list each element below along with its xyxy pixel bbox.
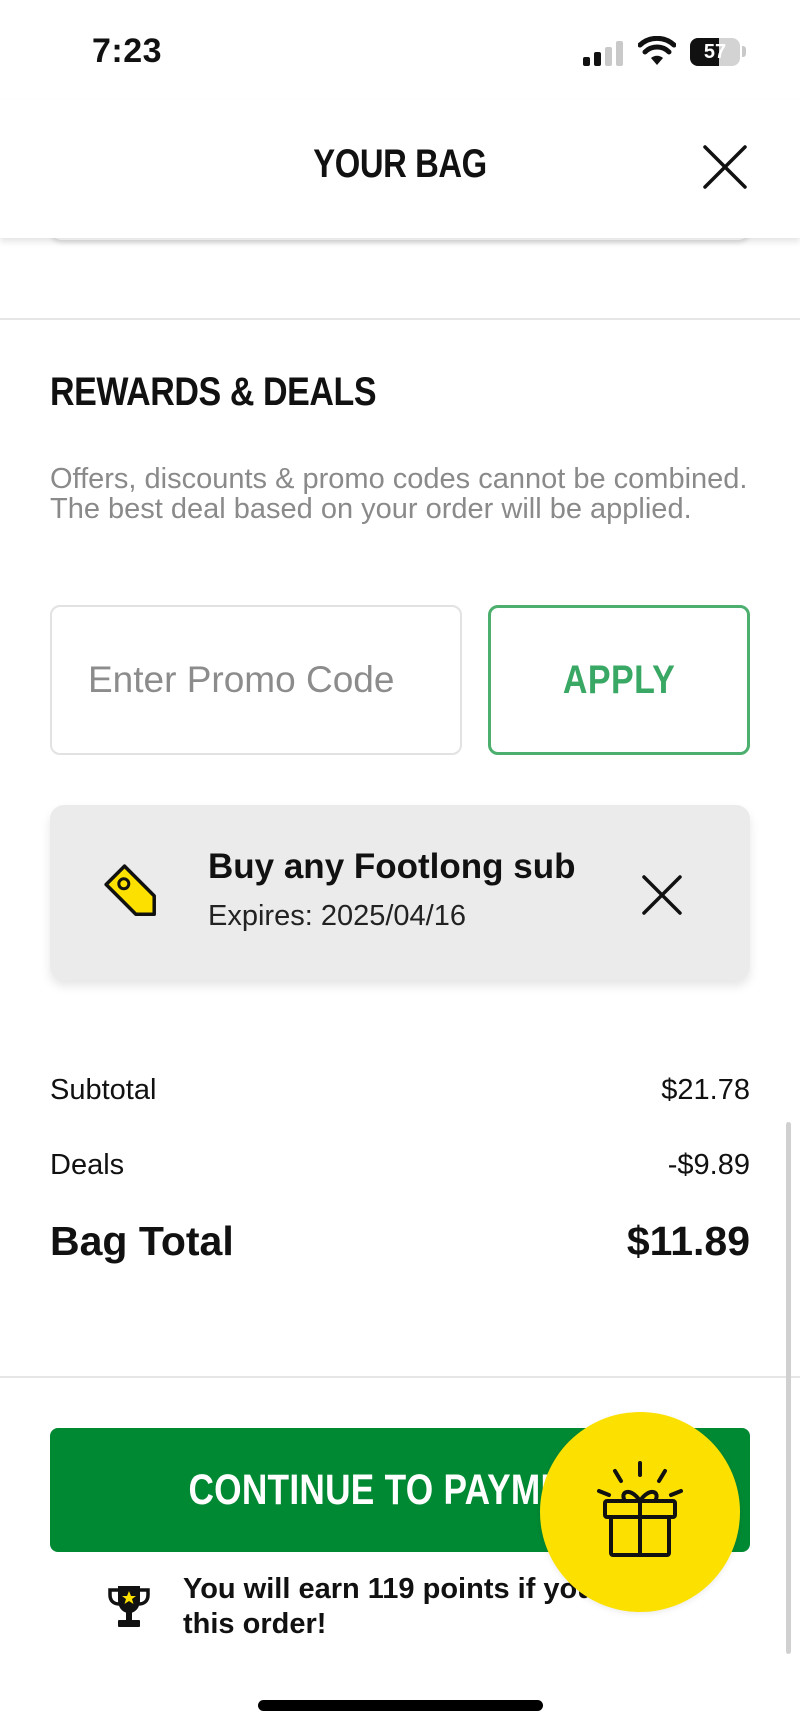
close-icon[interactable] [700, 142, 750, 192]
subtotal-label: Subtotal [50, 1074, 157, 1106]
apply-button[interactable]: APPLY [488, 605, 750, 755]
tag-icon [104, 864, 156, 916]
remove-deal-icon[interactable] [634, 867, 690, 923]
rewards-section-title: REWARDS & DEALS [50, 370, 377, 414]
subtotal-row: Subtotal $21.78 [50, 1074, 750, 1107]
applied-deal-card: Buy any Footlong sub Expires: 2025/04/16 [50, 805, 750, 980]
rewards-note: Offers, discounts & promo codes cannot b… [50, 463, 748, 525]
wifi-icon [638, 36, 676, 65]
subtotal-value: $21.78 [661, 1074, 750, 1106]
cellular-signal-icon [583, 40, 625, 66]
status-bar: 7:23 57 [0, 0, 800, 100]
gift-icon [597, 1461, 683, 1557]
deal-title: Buy any Footlong sub [208, 847, 576, 886]
deals-value: -$9.89 [667, 1149, 750, 1181]
bag-header: YOUR BAG [0, 100, 800, 238]
battery-level: 57 [703, 41, 727, 63]
scrollbar[interactable] [786, 1122, 791, 1654]
section-divider [0, 318, 800, 320]
deal-expiry: Expires: 2025/04/16 [208, 900, 466, 932]
bag-total-row: Bag Total $11.89 [50, 1218, 750, 1265]
bag-total-value: $11.89 [626, 1218, 750, 1264]
deals-label: Deals [50, 1149, 125, 1181]
page-title: YOUR BAG [313, 142, 487, 186]
apply-button-label: APPLY [562, 657, 676, 702]
battery-nub [742, 46, 746, 57]
rewards-gift-button[interactable] [540, 1412, 740, 1612]
trophy-icon [108, 1586, 150, 1627]
home-indicator[interactable] [258, 1700, 543, 1711]
deals-row: Deals -$9.89 [50, 1149, 750, 1182]
status-time: 7:23 [92, 32, 163, 70]
promo-code-input[interactable] [50, 605, 462, 755]
checkout-divider [0, 1376, 800, 1378]
bag-total-label: Bag Total [50, 1218, 234, 1264]
battery-icon: 57 [690, 38, 740, 66]
